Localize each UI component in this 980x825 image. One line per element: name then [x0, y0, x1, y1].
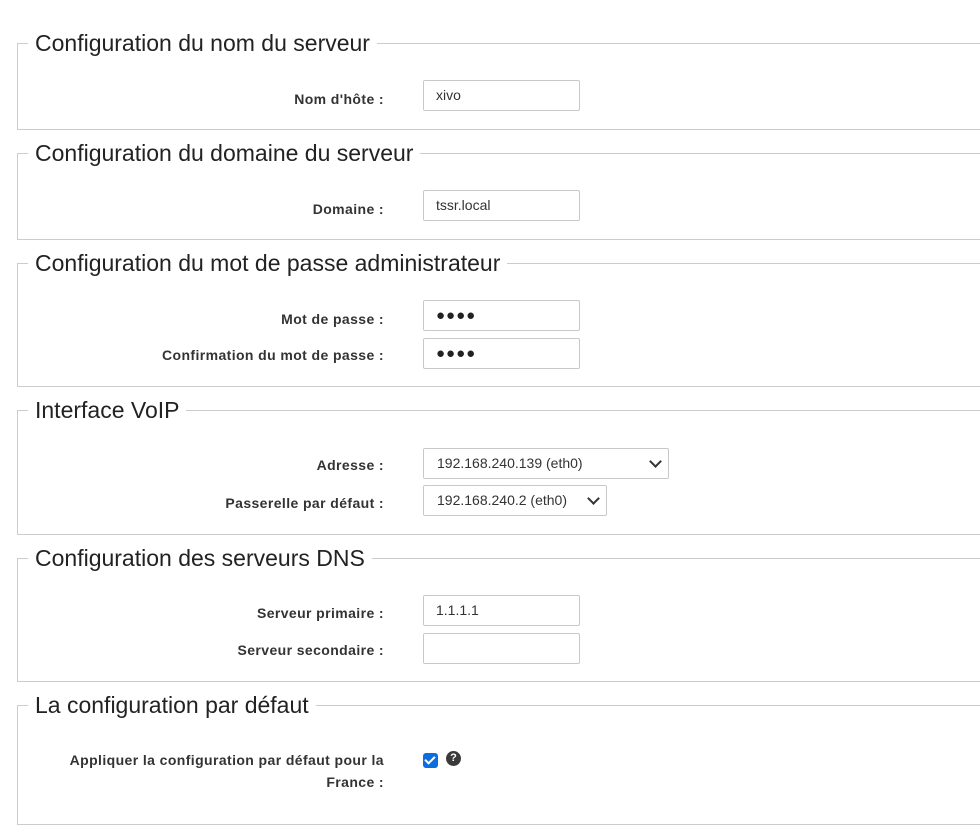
question-circle-icon[interactable]: ?	[446, 751, 461, 766]
domain-label: Domaine :	[312, 201, 384, 217]
hostname-input[interactable]: xivo	[423, 80, 580, 111]
dns-primary-label: Serveur primaire :	[256, 605, 384, 621]
fieldset-voip-interface: Interface VoIP Adresse : 192.168.240.139…	[17, 397, 980, 535]
password-label: Mot de passe :	[281, 311, 384, 327]
password-input[interactable]: ●●●●	[423, 300, 580, 331]
fieldset-title: La configuration par défaut	[28, 692, 316, 718]
default-config-label-line1: Appliquer la configuration par défaut po…	[69, 752, 384, 768]
fieldset-default-config: La configuration par défaut Appliquer la…	[17, 692, 980, 825]
chevron-down-icon	[649, 455, 662, 468]
fieldset-admin-password: Configuration du mot de passe administra…	[17, 250, 980, 387]
hostname-label: Nom d'hôte :	[294, 91, 384, 107]
chevron-down-icon	[587, 492, 600, 505]
fieldset-server-domain: Configuration du domaine du serveur Doma…	[17, 140, 980, 240]
fieldset-title: Configuration du domaine du serveur	[28, 140, 421, 166]
password-confirm-label: Confirmation du mot de passe :	[161, 347, 384, 363]
default-config-checkbox[interactable]	[423, 753, 438, 768]
fieldset-title: Interface VoIP	[28, 397, 187, 423]
address-label: Adresse :	[316, 457, 384, 473]
fieldset-title: Configuration du mot de passe administra…	[28, 250, 508, 276]
default-config-label-line2: France :	[326, 774, 384, 790]
gateway-label: Passerelle par défaut :	[225, 495, 384, 511]
fieldset-title: Configuration du nom du serveur	[28, 30, 377, 56]
gateway-select[interactable]: 192.168.240.2 (eth0)	[423, 485, 607, 516]
fieldset-title: Configuration des serveurs DNS	[28, 545, 372, 571]
dns-secondary-input[interactable]	[423, 633, 580, 664]
fieldset-dns-servers: Configuration des serveurs DNS Serveur p…	[17, 545, 980, 682]
domain-input[interactable]: tssr.local	[423, 190, 580, 221]
password-confirm-input[interactable]: ●●●●	[423, 338, 580, 369]
dns-primary-input[interactable]: 1.1.1.1	[423, 595, 580, 626]
default-config-label: Appliquer la configuration par défaut po…	[24, 749, 384, 793]
fieldset-server-name: Configuration du nom du serveur Nom d'hô…	[17, 30, 980, 130]
address-select[interactable]: 192.168.240.139 (eth0)	[423, 448, 669, 479]
address-select-value: 192.168.240.139 (eth0)	[437, 455, 583, 471]
gateway-select-value: 192.168.240.2 (eth0)	[437, 492, 567, 508]
dns-secondary-label: Serveur secondaire :	[237, 642, 384, 658]
